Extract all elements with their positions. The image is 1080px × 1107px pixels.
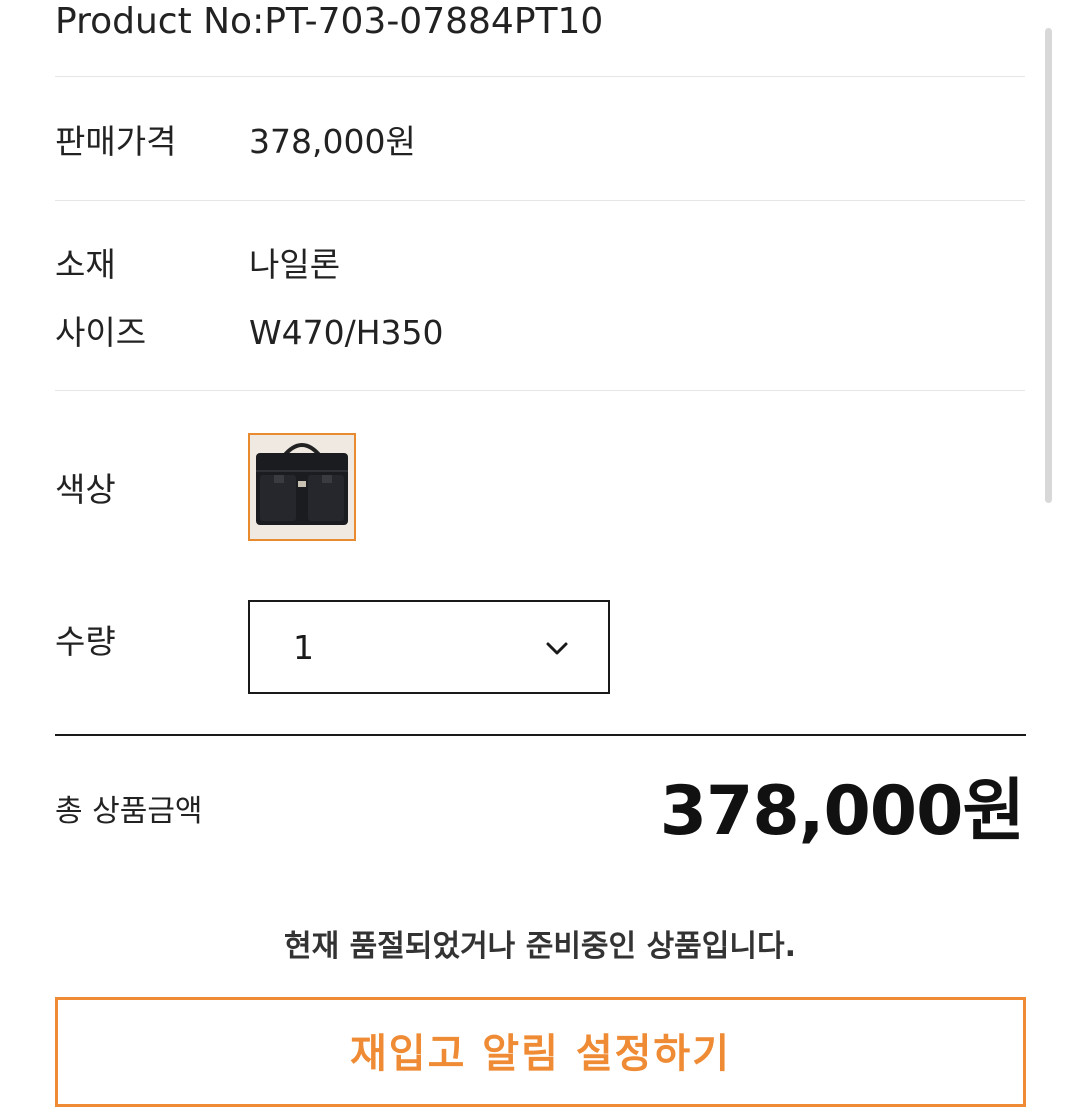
size-value: W470/H350: [249, 313, 444, 352]
material-label: 소재: [55, 245, 116, 284]
total-label: 총 상품금액: [55, 794, 203, 829]
price-label: 판매가격: [55, 122, 177, 161]
restock-notification-button[interactable]: 재입고 알림 설정하기: [55, 997, 1026, 1107]
total-divider: [55, 734, 1026, 736]
restock-button-label: 재입고 알림 설정하기: [349, 1031, 732, 1077]
quantity-label: 수량: [55, 622, 116, 661]
briefcase-thumbnail-icon: [250, 435, 354, 539]
divider: [55, 76, 1025, 77]
material-value: 나일론: [249, 245, 341, 284]
divider: [55, 200, 1025, 201]
quantity-select[interactable]: 1: [248, 600, 610, 694]
size-label: 사이즈: [55, 313, 147, 352]
quantity-selected-value: 1: [293, 628, 314, 667]
color-swatch-black[interactable]: [248, 433, 356, 541]
sold-out-notice: 현재 품절되었거나 준비중인 상품입니다.: [284, 929, 796, 964]
scrollbar[interactable]: [1045, 28, 1052, 503]
divider: [55, 390, 1025, 391]
color-label: 색상: [55, 470, 116, 509]
chevron-down-icon: [546, 642, 568, 655]
total-price: 378,000원: [659, 772, 1025, 851]
product-number: Product No:PT-703-07884PT10: [55, 1, 604, 42]
price-value: 378,000원: [249, 122, 416, 161]
